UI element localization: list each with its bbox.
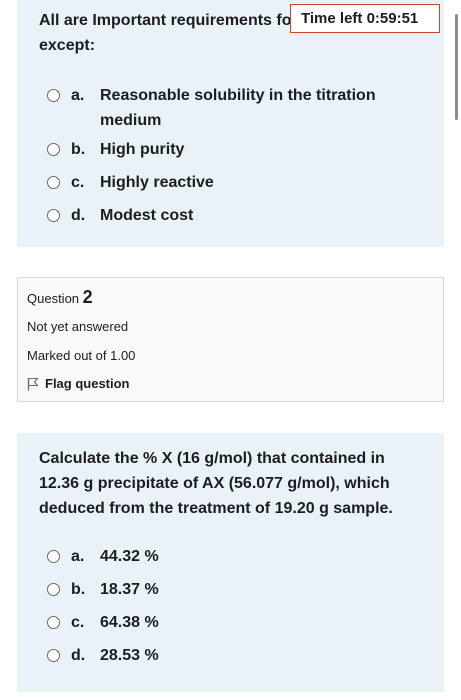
option-letter: d. xyxy=(71,207,86,224)
radio-button[interactable] xyxy=(47,209,60,222)
option-label: Highly reactive xyxy=(100,174,214,191)
option-letter: b. xyxy=(71,141,86,158)
option-label: High purity xyxy=(100,141,185,158)
question-1-card: All are Important requirements for stand… xyxy=(17,0,444,247)
option-letter: a. xyxy=(71,548,85,565)
time-left-timer: Time left 0:59:51 xyxy=(290,4,440,33)
option-letter: c. xyxy=(71,174,85,191)
flag-question-label: Flag question xyxy=(45,376,130,391)
option-letter: a. xyxy=(71,87,85,104)
question-2-card: Calculate the % X (16 g/mol) that contai… xyxy=(17,433,444,692)
marks-label: Marked out of 1.00 xyxy=(27,348,136,363)
answer-status: Not yet answered xyxy=(27,319,129,334)
option-letter: d. xyxy=(71,647,86,664)
radio-button[interactable] xyxy=(47,550,60,563)
radio-button[interactable] xyxy=(47,616,60,629)
radio-button[interactable] xyxy=(47,583,60,596)
option-label: 18.37 % xyxy=(100,581,159,598)
option-label: 44.32 % xyxy=(100,548,159,565)
option-letter: b. xyxy=(71,581,86,598)
question-label: Question xyxy=(27,291,80,306)
question-number: 2 xyxy=(82,287,93,307)
question-2-text: Calculate the % X (16 g/mol) that contai… xyxy=(39,450,393,517)
radio-button[interactable] xyxy=(47,143,60,156)
option-label: Modest cost xyxy=(100,207,194,224)
radio-button[interactable] xyxy=(47,89,60,102)
question-info-panel: Question 2 Not yet answered Marked out o… xyxy=(17,277,444,402)
question-number-heading: Question 2 xyxy=(27,287,93,308)
scrollbar[interactable] xyxy=(455,14,458,120)
option-letter: c. xyxy=(71,614,85,631)
radio-button[interactable] xyxy=(47,176,60,189)
option-label: Reasonable solubility in the titration m… xyxy=(100,87,376,129)
option-label: 64.38 % xyxy=(100,614,159,631)
flag-question-link[interactable]: Flag question xyxy=(27,376,157,392)
option-label: 28.53 % xyxy=(100,647,159,664)
flag-icon xyxy=(27,377,39,391)
radio-button[interactable] xyxy=(47,649,60,662)
